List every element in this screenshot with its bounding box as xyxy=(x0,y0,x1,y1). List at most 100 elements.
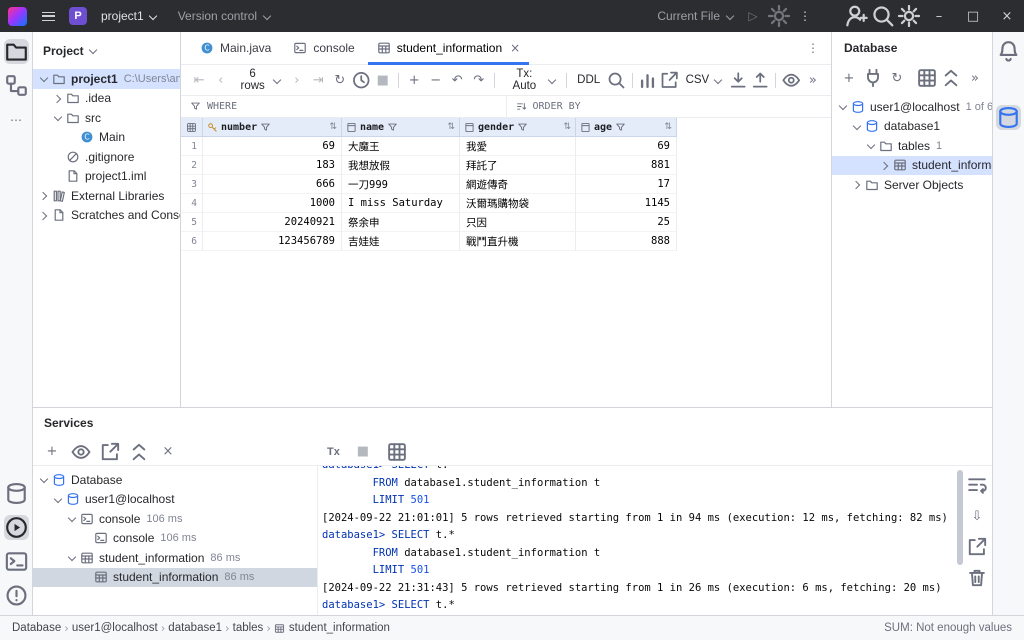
import-data-button[interactable] xyxy=(750,69,770,91)
ddl-button[interactable]: DDL xyxy=(572,71,605,89)
chevron-down-icon[interactable] xyxy=(37,71,52,86)
hide-panel-button[interactable]: × xyxy=(157,441,179,463)
maximize-button[interactable]: □ xyxy=(956,0,990,32)
version-control-button[interactable]: Version control xyxy=(172,5,277,27)
submit-changes-button[interactable]: ↷ xyxy=(468,69,488,91)
delete-row-button[interactable]: − xyxy=(425,69,445,91)
chart-view-button[interactable] xyxy=(638,69,658,91)
tree-item-student-information[interactable]: student_information 86 ms xyxy=(33,567,317,587)
row-number-cell[interactable]: 2 xyxy=(181,156,203,175)
tab-console[interactable]: console xyxy=(282,32,365,64)
services-toolwindow-button[interactable] xyxy=(3,515,29,540)
tab-options-button[interactable]: ⋮ xyxy=(795,32,831,64)
grid-cell[interactable]: 666 xyxy=(203,175,342,194)
export-data-button[interactable] xyxy=(728,69,748,91)
run-configuration-button[interactable]: Current File xyxy=(651,5,740,27)
column-header-name[interactable]: name ⇅ xyxy=(342,118,460,137)
grid-cell[interactable]: 69 xyxy=(203,137,342,156)
grid-cell[interactable]: 祭余申 xyxy=(342,213,460,232)
chevron-right-icon[interactable] xyxy=(37,208,52,223)
project-switcher-button[interactable]: project1 xyxy=(95,5,164,27)
add-row-button[interactable]: + xyxy=(404,69,424,91)
funnel-icon[interactable] xyxy=(615,122,626,133)
breadcrumb-item-database1[interactable]: database1 xyxy=(168,622,222,634)
grid-cell[interactable]: 一刀999 xyxy=(342,175,460,194)
project-panel-header[interactable]: Project xyxy=(33,32,180,69)
settings-button[interactable] xyxy=(896,3,922,29)
grid-cell[interactable]: 沃爾瑪購物袋 xyxy=(460,194,576,213)
open-output-in-editor-button[interactable] xyxy=(966,536,988,558)
data-source-properties-button[interactable] xyxy=(862,67,884,89)
breadcrumb-item-tables[interactable]: tables xyxy=(233,622,264,634)
grid-cell[interactable]: 我想放假 xyxy=(342,156,460,175)
project-toolwindow-button[interactable] xyxy=(3,39,29,64)
chevron-right-icon[interactable] xyxy=(878,158,893,173)
tab-main-java[interactable]: C Main.java xyxy=(189,32,282,64)
grid-cell[interactable]: 183 xyxy=(203,156,342,175)
open-in-editor-button[interactable] xyxy=(659,69,679,91)
more-toolwindows-button[interactable]: ⋯ xyxy=(4,107,29,132)
export-format-button[interactable]: CSV xyxy=(681,71,728,89)
grid-cell[interactable]: 拜託了 xyxy=(460,156,576,175)
tree-item-project1[interactable]: project1 C:\Users\an xyxy=(33,69,180,89)
refresh-schema-button[interactable]: ↻ xyxy=(886,67,908,89)
tree-item-server-objects[interactable]: Server Objects xyxy=(832,175,992,195)
first-page-button[interactable]: ⇤ xyxy=(189,69,209,91)
collapse-all-button[interactable] xyxy=(940,67,962,89)
tree-item-tables[interactable]: tables 1 xyxy=(832,136,992,156)
chevron-down-icon[interactable] xyxy=(850,119,865,134)
add-user-button[interactable] xyxy=(844,3,870,29)
column-header-age[interactable]: age ⇅ xyxy=(576,118,677,137)
next-page-button[interactable]: › xyxy=(287,69,307,91)
column-header-gender[interactable]: gender ⇅ xyxy=(460,118,576,137)
close-window-button[interactable]: × xyxy=(990,0,1024,32)
main-menu-button[interactable] xyxy=(35,3,61,29)
console-scrollbar[interactable] xyxy=(957,470,963,565)
minimize-button[interactable]: – xyxy=(922,0,956,32)
funnel-icon[interactable] xyxy=(387,122,398,133)
breadcrumb-item-student-information[interactable]: student_information xyxy=(274,622,390,634)
chevron-right-icon[interactable] xyxy=(51,91,66,106)
run-options-icon[interactable] xyxy=(766,3,792,29)
transaction-icon[interactable]: Tx xyxy=(327,446,340,458)
grid-cell[interactable]: 網遊傳奇 xyxy=(460,175,576,194)
tree-item-user1-localhost[interactable]: user1@localhost 1 of 6 xyxy=(832,97,992,117)
revert-changes-button[interactable]: ↶ xyxy=(447,69,467,91)
add-service-button[interactable]: + xyxy=(41,441,63,463)
last-page-button[interactable]: ⇥ xyxy=(308,69,328,91)
grid-cell[interactable]: I miss Saturday xyxy=(342,194,460,213)
breadcrumb-item-user1-localhost[interactable]: user1@localhost xyxy=(72,622,158,634)
tree-item-console[interactable]: console 106 ms xyxy=(33,529,317,549)
previous-page-button[interactable]: ‹ xyxy=(210,69,230,91)
grid-cell[interactable]: 1000 xyxy=(203,194,342,213)
tree-item-database1[interactable]: database1 xyxy=(832,117,992,137)
chevron-down-icon[interactable] xyxy=(65,511,80,526)
order-by-filter-field[interactable]: ORDER BY xyxy=(505,96,832,117)
structure-toolwindow-button[interactable] xyxy=(4,73,29,98)
stop-console-button[interactable]: ■ xyxy=(352,441,374,463)
scroll-to-end-button[interactable]: ⇩ xyxy=(966,505,988,527)
search-everywhere-button[interactable] xyxy=(870,3,896,29)
grid-cell[interactable]: 69 xyxy=(576,137,677,156)
chevron-down-icon[interactable] xyxy=(51,110,66,125)
row-number-cell[interactable]: 6 xyxy=(181,232,203,251)
grid-cell[interactable]: 17 xyxy=(576,175,677,194)
tree-item-main[interactable]: C Main xyxy=(33,128,180,148)
tree-item-console[interactable]: console 106 ms xyxy=(33,509,317,529)
find-in-grid-button[interactable] xyxy=(606,69,626,91)
grid-cell[interactable]: 881 xyxy=(576,156,677,175)
page-size-button[interactable]: 6 rows xyxy=(232,65,286,95)
grid-cell[interactable]: 123456789 xyxy=(203,232,342,251)
chevron-right-icon[interactable] xyxy=(850,177,865,192)
new-grid-tab-button[interactable] xyxy=(386,441,408,463)
database-toolwindow-button[interactable] xyxy=(4,481,29,506)
run-button[interactable]: ▷ xyxy=(740,3,766,29)
chevron-down-icon[interactable] xyxy=(37,472,52,487)
view-options-button[interactable] xyxy=(781,69,801,91)
column-header-number[interactable]: number ⇅ xyxy=(203,118,342,137)
chevron-down-icon[interactable] xyxy=(836,99,851,114)
row-number-cell[interactable]: 3 xyxy=(181,175,203,194)
where-filter-field[interactable]: WHERE xyxy=(181,96,506,117)
clear-output-button[interactable] xyxy=(966,567,988,589)
tab-student-information[interactable]: student_information × xyxy=(366,32,531,65)
